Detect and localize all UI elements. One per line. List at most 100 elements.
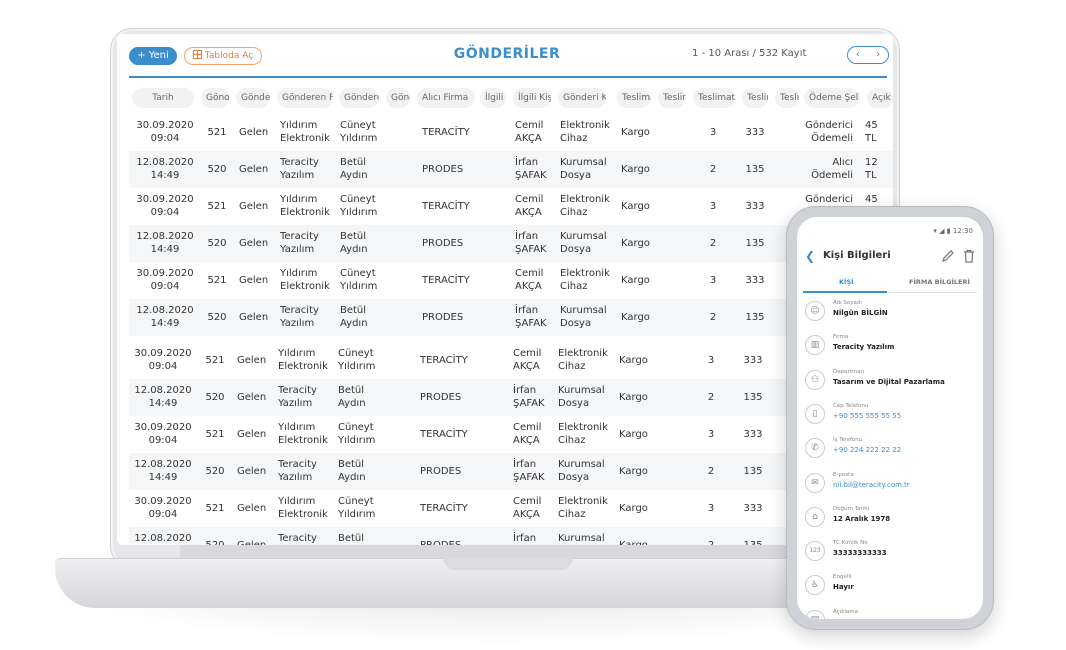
- content-cell-line: Kurumsal: [558, 459, 605, 470]
- trash-icon[interactable]: [963, 249, 975, 263]
- back-icon[interactable]: ❮: [805, 249, 815, 263]
- content-cell-line: Cihaz: [560, 281, 588, 292]
- date-cell-line: 12.08.2020: [134, 459, 192, 470]
- sender-firm-cell-line: Elektronik: [280, 281, 330, 292]
- table-row[interactable]: 30.09.2020 09:04 521 Gelen Yıldırım Elektroni…: [129, 262, 893, 299]
- column-header[interactable]: İlgili Kiş: [513, 88, 551, 108]
- tab-person[interactable]: KİŞİ: [839, 278, 854, 286]
- column-header[interactable]: Tarih: [132, 88, 194, 108]
- column-header[interactable]: Gönderen: [339, 88, 379, 108]
- contact-field: ⚇ Departman Tasarım ve Dijital Pazarlama: [803, 364, 977, 398]
- open-in-table-button[interactable]: Tabloda Aç: [184, 47, 262, 65]
- quantity-cell-line: 2: [707, 466, 715, 477]
- table-row[interactable]: 12.08.2020 14:49 520 Gelen Teracity Yazılım Be…: [129, 453, 893, 490]
- column-header[interactable]: Gönd: [386, 88, 410, 108]
- sender-person-cell-line: Betül: [340, 231, 367, 242]
- delivery-method-cell-line: Kargo: [621, 201, 650, 212]
- next-page-button[interactable]: ›: [876, 47, 880, 63]
- shipment-type-cell: Gelen: [239, 200, 269, 213]
- delivery-method-cell: Kargo: [619, 428, 659, 441]
- table-row[interactable]: 12.08.2020 14:49 520 Gelen Teracity Yazılım Be…: [129, 299, 893, 336]
- contact-field: ▥ Firma Teracity Yazılım: [803, 329, 977, 363]
- delivery-method-cell-line: Kargo: [619, 466, 648, 477]
- sender-person-cell: Cüneyt Yıldırım: [340, 119, 384, 145]
- date-cell-line: 14:49: [150, 318, 180, 329]
- field-value: Teracity Yazılım: [833, 343, 895, 352]
- contact-field: ▤ Açıklama: [803, 604, 977, 619]
- amount-cell-line: 135: [745, 238, 765, 249]
- quantity-cell-line: 2: [703, 539, 719, 545]
- contact-person-cell-line: Cemil: [515, 268, 544, 279]
- prev-page-button[interactable]: ‹: [856, 47, 860, 63]
- date-cell-line: 30.09.2020: [136, 120, 194, 131]
- field-value[interactable]: +90 224 222 22 22: [833, 446, 901, 454]
- shipment-type-cell: Gelen: [237, 465, 267, 478]
- shipment-no-cell: 521: [203, 354, 227, 367]
- contact-person-cell: İrfan ŞAFAK: [513, 384, 553, 410]
- shipment-no-cell-line: 520: [205, 466, 225, 477]
- column-header[interactable]: Tesli: [775, 88, 799, 108]
- sender-firm-cell: Yıldırım Elektronik: [278, 421, 334, 447]
- contact-person-cell-line: İrfan: [513, 533, 537, 544]
- sender-person-cell: Betül Aydın: [340, 230, 384, 256]
- contact-field: 123 TC Kimlik No 33333333333: [803, 535, 977, 569]
- column-header[interactable]: İlgili İ: [480, 88, 506, 108]
- table-row[interactable]: 12.08.2020 520 Gelen Teracity Betül PRODES İrf…: [129, 527, 893, 545]
- table-row[interactable]: 12.08.2020 14:49 520 Gelen Teracity Yazılım Be…: [129, 225, 893, 262]
- table-row[interactable]: 12.08.2020 14:49 520 Gelen Teracity Yazılım Be…: [129, 379, 893, 416]
- new-button[interactable]: + Yeni: [129, 47, 177, 65]
- column-header[interactable]: Ödeme Şel: [804, 88, 860, 108]
- sender-firm-cell-line: Yıldırım: [280, 194, 318, 205]
- contact-person-cell: Cemil AKÇA: [513, 495, 553, 521]
- contact-field: ☺ Adı Soyadı Nilgün BİLGİN: [803, 295, 977, 329]
- field-value[interactable]: +90 555 555 55 55: [833, 412, 901, 420]
- column-header[interactable]: Teslimat: [693, 88, 735, 108]
- quantity-cell-line: 2: [709, 312, 717, 323]
- content-cell: Kurumsal Dosya: [558, 384, 610, 410]
- field-label: Açıklama: [833, 608, 859, 615]
- date-cell-line: 12.08.2020: [134, 385, 192, 396]
- column-header[interactable]: Alıcı Firma: [417, 88, 475, 108]
- content-cell-line: Cihaz: [560, 207, 588, 218]
- field-label: Departman: [833, 368, 865, 375]
- contact-field: ✆ İş Telefonu +90 224 222 22 22: [803, 432, 977, 466]
- laptop-hinge: [180, 545, 820, 559]
- table-row[interactable]: 30.09.2020 09:04 521 Gelen Yıldırım Elektroni…: [129, 490, 893, 527]
- quantity-cell-line: 3: [709, 275, 717, 286]
- payment-cell: Gönderici Ödemeli: [797, 119, 853, 145]
- table-row[interactable]: 30.09.2020 09:04 521 Gelen Yıldırım Elektroni…: [129, 188, 893, 225]
- sender-firm-cell: Teracity Yazılım: [278, 384, 334, 410]
- column-header[interactable]: Gönde: [201, 88, 229, 108]
- contact-person-cell-line: ŞAFAK: [515, 170, 547, 181]
- amount-cell: 333: [742, 126, 768, 139]
- sender-person-cell-line: Aydın: [338, 472, 366, 483]
- field-value[interactable]: nil.bil@teracity.com.tr: [833, 481, 910, 489]
- receiver-firm-cell: TERACİTY: [422, 126, 482, 139]
- delivery-method-cell: Kargo: [621, 274, 661, 287]
- column-header[interactable]: Gönderi Ko: [558, 88, 606, 108]
- tab-company-info[interactable]: FİRMA BİLGİLERİ: [909, 278, 970, 286]
- amount-cell: 333: [740, 428, 766, 441]
- column-header[interactable]: Gönder: [236, 88, 270, 108]
- edit-icon[interactable]: [941, 249, 955, 263]
- table-row[interactable]: 30.09.2020 09:04 521 Gelen Yıldırım Elektroni…: [129, 114, 893, 151]
- pager: ‹ ›: [847, 46, 889, 64]
- shipment-no-cell: 520: [205, 163, 229, 176]
- column-header[interactable]: Açık: [867, 88, 893, 108]
- page-title: GÖNDERİLER: [453, 46, 561, 62]
- amount-cell-line: 135: [740, 539, 766, 545]
- table-row[interactable]: 30.09.2020 09:04 521 Gelen Yıldırım Elektroni…: [129, 342, 893, 379]
- table-row[interactable]: 30.09.2020 09:04 521 Gelen Yıldırım Elektroni…: [129, 416, 893, 453]
- column-header[interactable]: Teslima: [617, 88, 651, 108]
- sender-firm-cell-line: Yazılım: [278, 472, 313, 483]
- laptop-screen: + Yeni Tabloda Aç GÖNDERİLER 1 - 10 Aras…: [117, 34, 893, 545]
- date-cell-line: 09:04: [150, 207, 180, 218]
- sender-firm-cell-line: Teracity: [280, 305, 319, 316]
- amount-cell: 135: [742, 311, 768, 324]
- column-header[interactable]: Teslir: [658, 88, 686, 108]
- column-header[interactable]: Teslir: [742, 88, 768, 108]
- contact-person-cell-line: AKÇA: [515, 281, 542, 292]
- table-row[interactable]: 12.08.2020 14:49 520 Gelen Teracity Yazılım Be…: [129, 151, 893, 188]
- column-header[interactable]: Gönderen F: [277, 88, 333, 108]
- contact-person-cell: İrfan ŞAFAK: [515, 304, 555, 330]
